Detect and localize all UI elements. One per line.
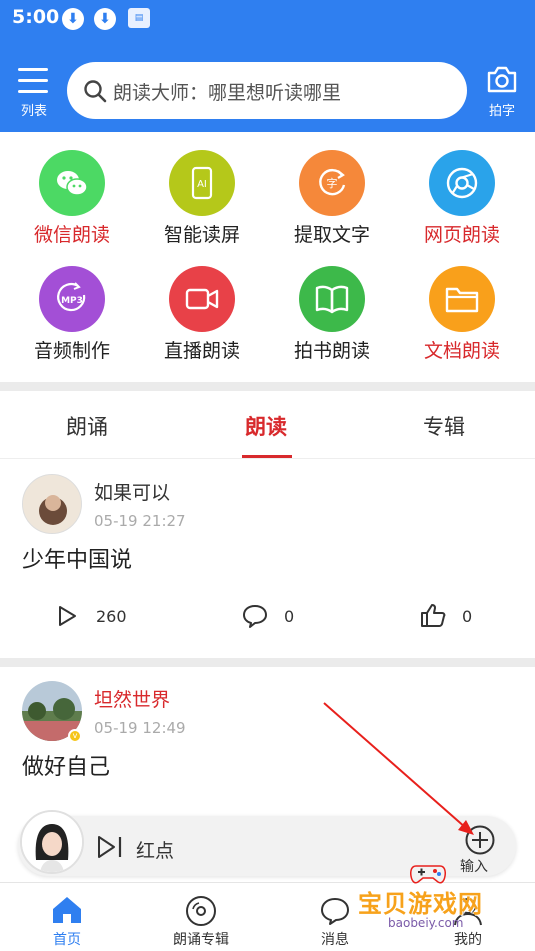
play-count: 260 (96, 607, 127, 626)
list-item[interactable]: 如果可以 05-19 21:27 少年中国说 260 0 0 (0, 460, 535, 660)
search-input[interactable]: 朗读大师：哪里想听读哪里 (67, 62, 467, 119)
tab-read[interactable]: 朗读 (245, 411, 287, 441)
post-title[interactable]: 做好自己 (22, 749, 110, 781)
menu-icon-bar (18, 90, 48, 93)
folder-icon (429, 266, 495, 332)
content-tabs: 朗诵 朗读 专辑 (0, 391, 535, 459)
feature-wechat-read[interactable]: 微信朗读 (17, 132, 127, 246)
svg-text:AI: AI (197, 179, 207, 190)
active-tab-indicator (242, 455, 292, 458)
feature-web-read[interactable]: 网页朗读 (407, 132, 517, 246)
feature-book-read[interactable]: 拍书朗读 (277, 248, 387, 362)
feature-smart-screen[interactable]: AI 智能读屏 (147, 132, 257, 246)
post-title[interactable]: 少年中国说 (22, 542, 132, 574)
download-icon: ⬇ (94, 8, 116, 30)
feature-live-read[interactable]: 直播朗读 (147, 248, 257, 362)
download-icon: ⬇ (62, 8, 84, 30)
watermark-url: baobeiy.com (388, 916, 464, 930)
feature-label: 文档朗读 (423, 340, 500, 362)
watermark: 宝贝游戏网 baobeiy.com (358, 858, 508, 938)
play-icon[interactable] (56, 605, 78, 627)
feature-grid: 微信朗读 AI 智能读屏 字 提取文字 网页朗读 MP3 音频制作 直播朗读 拍… (0, 132, 535, 382)
video-icon (169, 266, 235, 332)
verified-badge: v (68, 729, 82, 743)
search-icon (84, 80, 107, 103)
home-icon (53, 897, 81, 923)
add-circle-icon[interactable] (464, 824, 496, 856)
section-divider (0, 658, 535, 667)
like-count: 0 (462, 607, 473, 626)
mp3-icon: MP3 (39, 266, 105, 332)
menu-button[interactable]: 列表 (16, 66, 52, 119)
message-icon (321, 898, 349, 925)
comment-count: 0 (284, 607, 295, 626)
extract-text-icon: 字 (299, 150, 365, 216)
post-time: 05-19 12:49 (94, 719, 186, 737)
app-header: 5:00 ⬇ ⬇ ▤ 列表 朗读大师：哪里想听读哪里 拍字 (0, 0, 535, 132)
username[interactable]: 坦然世界 (94, 685, 170, 712)
feature-label: 直播朗读 (163, 340, 240, 362)
comment-icon[interactable] (242, 603, 268, 629)
status-bar: 5:00 ⬇ ⬇ ▤ (0, 0, 535, 38)
book-icon (299, 266, 365, 332)
menu-label: 列表 (20, 104, 47, 119)
feature-extract-text[interactable]: 字 提取文字 (277, 132, 387, 246)
player-avatar[interactable] (20, 810, 84, 874)
feature-label: 网页朗读 (423, 224, 500, 246)
wechat-icon (39, 150, 105, 216)
status-time: 5:00 (12, 6, 60, 28)
browser-icon (429, 150, 495, 216)
camera-button[interactable]: 拍字 (480, 64, 524, 120)
avatar[interactable] (22, 474, 82, 534)
gamepad-icon (410, 865, 446, 884)
menu-icon (18, 68, 48, 71)
camera-icon (487, 66, 517, 93)
ai-phone-icon: AI (169, 150, 235, 216)
feature-label: 拍书朗读 (293, 340, 370, 362)
like-icon[interactable] (420, 602, 446, 628)
tab-recite[interactable]: 朗诵 (66, 411, 108, 441)
feature-doc-read[interactable]: 文档朗读 (407, 248, 517, 362)
play-next-icon[interactable] (96, 834, 124, 860)
feature-label: 音频制作 (33, 340, 110, 362)
player-track-title: 红点 (136, 840, 175, 862)
nav-home[interactable]: 首页 (2, 883, 132, 951)
post-time: 05-19 21:27 (94, 512, 186, 530)
app-icon: ▤ (128, 8, 150, 28)
album-icon (186, 896, 216, 926)
camera-label: 拍字 (488, 104, 515, 119)
menu-icon-bar (18, 79, 48, 82)
svg-text:MP3: MP3 (61, 296, 83, 306)
feature-label: 智能读屏 (163, 224, 240, 246)
feature-label: 微信朗读 (33, 224, 110, 246)
username[interactable]: 如果可以 (94, 478, 170, 505)
feature-label: 提取文字 (293, 224, 370, 246)
watermark-title: 宝贝游戏网 (358, 890, 483, 918)
nav-label: 朗诵专辑 (173, 932, 229, 948)
section-divider (0, 382, 535, 391)
nav-album[interactable]: 朗诵专辑 (136, 883, 266, 951)
search-placeholder: 朗读大师：哪里想听读哪里 (113, 82, 342, 104)
svg-text:字: 字 (327, 176, 338, 190)
feature-audio-make[interactable]: MP3 音频制作 (17, 248, 127, 362)
tab-album[interactable]: 专辑 (423, 411, 465, 441)
nav-label: 首页 (53, 932, 81, 948)
